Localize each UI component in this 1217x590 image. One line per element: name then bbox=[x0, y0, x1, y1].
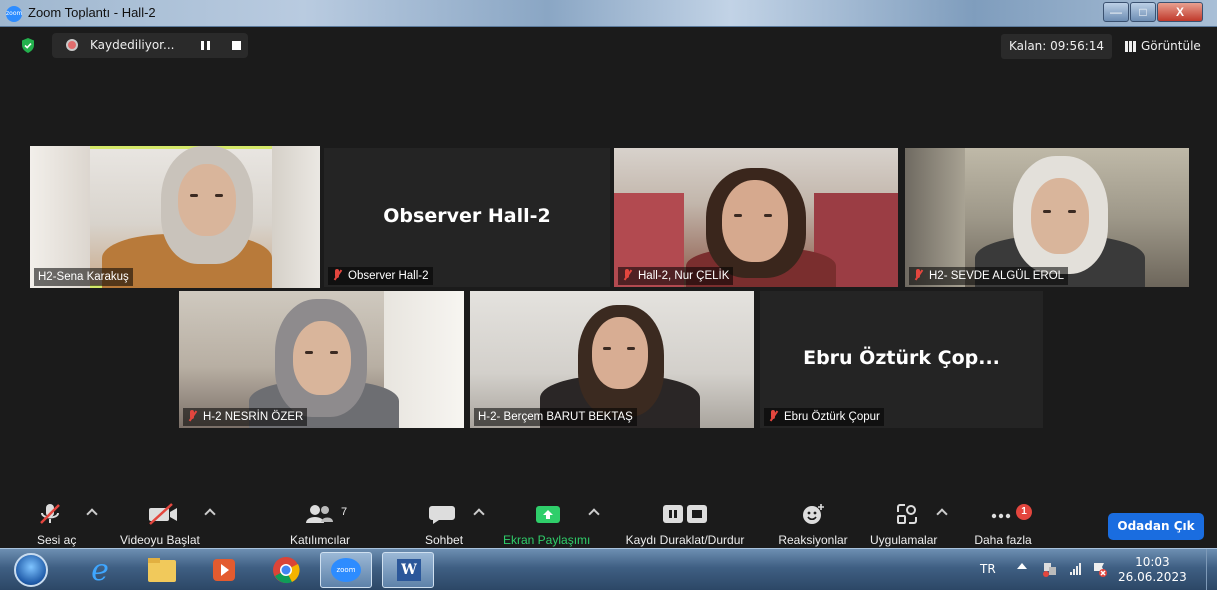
apps-options-chevron-icon[interactable] bbox=[936, 508, 948, 520]
participant-name: H2- SEVDE ALGÜL EROL bbox=[909, 267, 1069, 285]
participant-placeholder-name: Observer Hall-2 bbox=[383, 204, 551, 227]
participant-video bbox=[30, 146, 320, 288]
meeting-toolbar: Sesi aç Videoyu Başlat 7 Katılımcılar So… bbox=[0, 500, 1217, 548]
file-explorer-icon[interactable] bbox=[136, 552, 188, 588]
video-tile[interactable]: H2-Sena Karakuş bbox=[30, 146, 320, 288]
start-video-label: Videoyu Başlat bbox=[120, 533, 200, 547]
pause-stop-recording-label: Kaydı Duraklat/Durdur bbox=[625, 533, 745, 547]
muted-microphone-icon bbox=[40, 504, 60, 524]
recording-dot-icon bbox=[66, 39, 78, 51]
recording-label: Kaydediliyor... bbox=[90, 38, 175, 52]
window-titlebar: zoom Zoom Toplantı - Hall-2 — □ X bbox=[0, 0, 1217, 27]
meeting-area: Kaydediliyor... Kalan: 09:56:14 Görüntül… bbox=[0, 27, 1217, 548]
network-icon[interactable] bbox=[1042, 561, 1058, 577]
windows-taskbar: e zoom W TR 10:03 26.06.2023 bbox=[0, 548, 1217, 590]
participants-button[interactable]: 7 Katılımcılar bbox=[275, 502, 365, 547]
participant-name: Observer Hall-2 bbox=[328, 267, 433, 285]
muted-mic-icon bbox=[187, 410, 197, 422]
apps-icon bbox=[897, 504, 917, 524]
pause-stop-recording-icon bbox=[663, 505, 707, 523]
svg-text:e: e bbox=[91, 553, 109, 588]
video-tile[interactable]: H2- SEVDE ALGÜL EROL bbox=[905, 148, 1189, 287]
system-clock[interactable]: 10:03 26.06.2023 bbox=[1118, 555, 1187, 585]
participant-name: Ebru Öztürk Çopur bbox=[764, 408, 884, 426]
participant-count: 7 bbox=[341, 506, 348, 518]
reactions-smiley-icon bbox=[803, 504, 824, 524]
close-button[interactable]: X bbox=[1157, 2, 1203, 22]
signal-icon[interactable] bbox=[1068, 561, 1084, 577]
chat-bubble-icon bbox=[429, 506, 455, 524]
apps-button[interactable]: Uygulamalar bbox=[868, 502, 958, 547]
muted-mic-icon bbox=[332, 269, 342, 281]
clock-time: 10:03 bbox=[1135, 555, 1170, 569]
video-off-icon bbox=[149, 503, 177, 525]
input-language[interactable]: TR bbox=[980, 562, 996, 576]
chat-options-chevron-icon[interactable] bbox=[473, 508, 485, 520]
show-desktop-button[interactable] bbox=[1206, 549, 1217, 590]
participants-label: Katılımcılar bbox=[289, 533, 350, 547]
zoom-icon[interactable]: zoom bbox=[320, 552, 372, 588]
clock-date: 26.06.2023 bbox=[1118, 570, 1187, 584]
zoom-window: zoom Zoom Toplantı - Hall-2 — □ X Kayded… bbox=[0, 0, 1217, 590]
video-tile[interactable]: H-2 NESRİN ÖZER bbox=[179, 291, 464, 428]
media-player-icon[interactable] bbox=[198, 552, 250, 588]
remaining-time: Kalan: 09:56:14 bbox=[1001, 34, 1112, 59]
muted-mic-icon bbox=[622, 269, 632, 281]
share-screen-label: Ekran Paylaşımı bbox=[503, 533, 591, 547]
share-options-chevron-icon[interactable] bbox=[588, 508, 600, 520]
muted-mic-icon bbox=[768, 410, 778, 422]
reactions-label: Reaksiyonlar bbox=[778, 533, 848, 547]
start-video-button[interactable]: Videoyu Başlat bbox=[118, 502, 218, 547]
view-button[interactable]: Görüntüle bbox=[1119, 34, 1207, 59]
window-title: Zoom Toplantı - Hall-2 bbox=[28, 5, 156, 20]
chat-button[interactable]: Sohbet bbox=[418, 502, 488, 547]
security-shield-icon[interactable] bbox=[21, 38, 35, 53]
minimize-button[interactable]: — bbox=[1103, 2, 1129, 22]
show-hidden-icons-icon[interactable] bbox=[1017, 563, 1027, 569]
internet-explorer-icon[interactable]: e bbox=[74, 552, 126, 588]
unmute-label: Sesi aç bbox=[37, 533, 77, 547]
pause-stop-recording-button[interactable]: Kaydı Duraklat/Durdur bbox=[612, 502, 758, 547]
share-screen-button[interactable]: Ekran Paylaşımı bbox=[500, 502, 600, 547]
participant-placeholder-name: Ebru Öztürk Çop... bbox=[803, 346, 1000, 369]
word-icon[interactable]: W bbox=[382, 552, 434, 588]
maximize-button[interactable]: □ bbox=[1130, 2, 1156, 22]
video-tile[interactable]: H-2- Berçem BARUT BEKTAŞ bbox=[470, 291, 754, 428]
unmute-button[interactable]: Sesi aç bbox=[30, 502, 100, 547]
notification-badge: 1 bbox=[1016, 504, 1032, 520]
stop-recording-icon[interactable] bbox=[232, 41, 241, 50]
pause-recording-icon[interactable] bbox=[201, 41, 211, 50]
chrome-icon[interactable] bbox=[260, 552, 312, 588]
video-tile[interactable]: Ebru Öztürk Çop... Ebru Öztürk Çopur bbox=[760, 291, 1043, 428]
apps-label: Uygulamalar bbox=[870, 533, 938, 547]
system-tray: TR 10:03 26.06.2023 bbox=[970, 549, 1217, 590]
grid-view-icon bbox=[1125, 41, 1136, 52]
more-button[interactable]: 1 Daha fazla bbox=[966, 502, 1040, 547]
participant-name: H-2- Berçem BARUT BEKTAŞ bbox=[474, 408, 637, 426]
recording-indicator: Kaydediliyor... bbox=[52, 33, 248, 58]
leave-meeting-button[interactable]: Odadan Çık bbox=[1108, 513, 1204, 540]
participant-name: H2-Sena Karakuş bbox=[34, 268, 133, 286]
more-dots-icon bbox=[991, 513, 1011, 519]
participants-icon bbox=[306, 505, 333, 523]
action-center-flag-icon[interactable] bbox=[1092, 561, 1108, 577]
participant-name: Hall-2, Nur ÇELİK bbox=[618, 267, 734, 285]
reactions-button[interactable]: Reaksiyonlar bbox=[770, 502, 856, 547]
muted-mic-icon bbox=[913, 269, 923, 281]
video-tile[interactable]: Hall-2, Nur ÇELİK bbox=[614, 148, 898, 287]
video-tile[interactable]: Observer Hall-2 Observer Hall-2 bbox=[324, 148, 610, 287]
view-button-label: Görüntüle bbox=[1141, 39, 1201, 53]
share-screen-icon bbox=[536, 506, 560, 523]
video-options-chevron-icon[interactable] bbox=[204, 508, 216, 520]
start-orb-icon[interactable] bbox=[14, 553, 48, 587]
zoom-app-icon: zoom bbox=[6, 6, 22, 22]
audio-options-chevron-icon[interactable] bbox=[86, 508, 98, 520]
more-label: Daha fazla bbox=[974, 533, 1032, 547]
chat-label: Sohbet bbox=[425, 533, 464, 547]
participant-name: H-2 NESRİN ÖZER bbox=[183, 408, 308, 426]
